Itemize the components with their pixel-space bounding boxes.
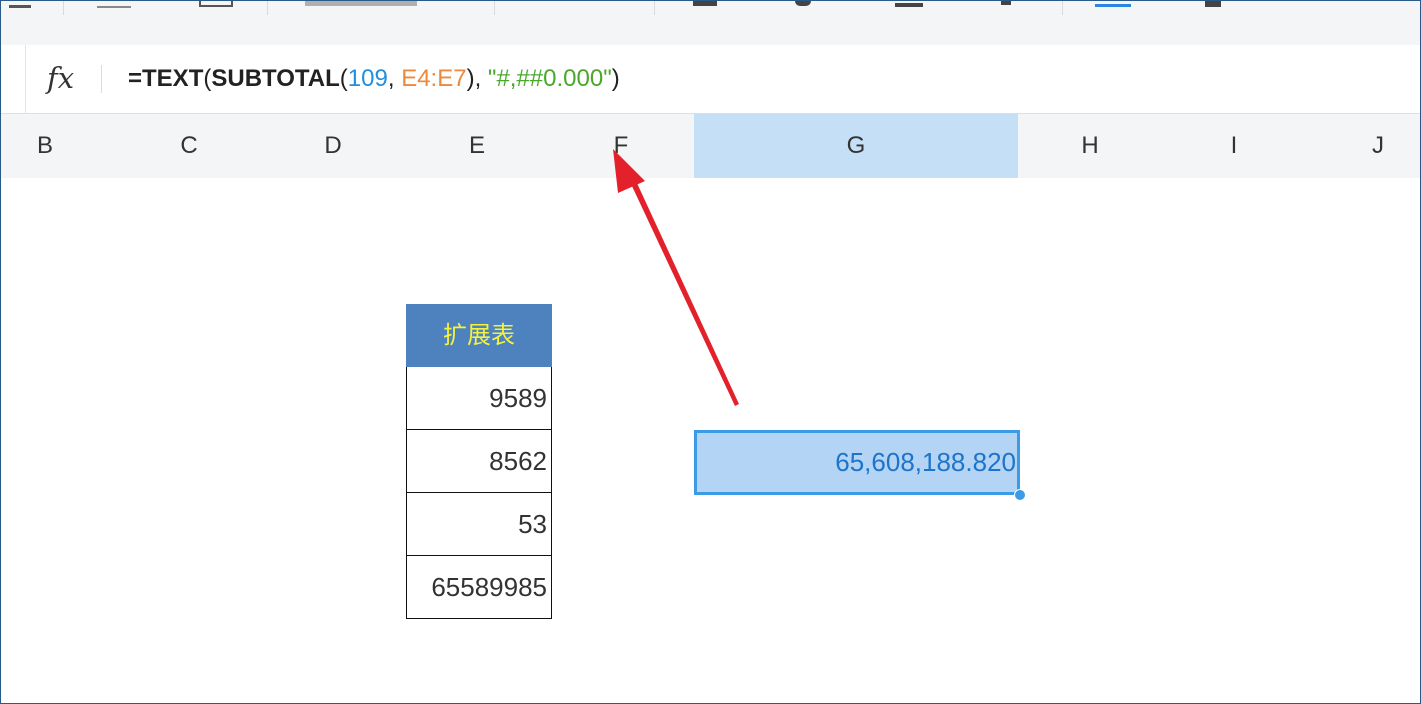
- column-header-b[interactable]: B: [1, 114, 89, 178]
- column-header-c[interactable]: C: [117, 114, 261, 178]
- formula-fn-subtotal: SUBTOTAL: [211, 65, 340, 92]
- cell-value: 65589985: [431, 572, 547, 602]
- table-cell[interactable]: 9589: [406, 367, 552, 430]
- table-cell[interactable]: 65589985: [406, 556, 552, 619]
- toolbar-divider: [494, 1, 495, 15]
- formula-comma: ,: [387, 65, 402, 92]
- column-header-j[interactable]: J: [1306, 114, 1420, 178]
- chevron-down-icon[interactable]: [1001, 1, 1011, 5]
- column-header: B C D E F G H I J: [1, 114, 1420, 178]
- formula-fn-text: TEXT: [142, 65, 204, 92]
- column-header-d[interactable]: D: [261, 114, 405, 178]
- arrow-shaft: [631, 181, 739, 406]
- formula-divider: [101, 65, 102, 93]
- cell-value: 9589: [489, 383, 547, 413]
- toolbar: [1, 1, 1420, 46]
- toolbar-divider: [267, 1, 268, 15]
- formula-bar[interactable]: fx =TEXT(SUBTOTAL(109, E4:E7), "#,##0.00…: [1, 45, 1420, 114]
- formula-arg-number: 109: [347, 65, 388, 92]
- formula-arg-range: E4:E7: [401, 65, 467, 92]
- formula-space: [481, 65, 488, 92]
- column-header-e[interactable]: E: [405, 114, 549, 178]
- result-value: 65,608,188.820: [835, 447, 1016, 477]
- cell-value: 53: [518, 509, 547, 539]
- column-header-h[interactable]: H: [1018, 114, 1162, 178]
- formula-input[interactable]: =TEXT(SUBTOTAL(109, E4:E7), "#,##0.000"): [128, 65, 620, 93]
- spreadsheet-window: fx =TEXT(SUBTOTAL(109, E4:E7), "#,##0.00…: [0, 0, 1421, 704]
- fill-handle[interactable]: [1014, 489, 1026, 501]
- formula-equals: =: [128, 65, 143, 92]
- formula-arg-format: "#,##0.000": [487, 65, 612, 92]
- color-icon[interactable]: [795, 1, 811, 6]
- formula-paren: ),: [466, 65, 482, 92]
- toolbar-divider: [1062, 1, 1063, 15]
- column-header-g[interactable]: G: [694, 114, 1018, 178]
- table-cell[interactable]: 8562: [406, 430, 552, 493]
- paint-icon[interactable]: [693, 1, 717, 6]
- column-header-f[interactable]: F: [549, 114, 693, 178]
- align-icon[interactable]: [895, 3, 923, 7]
- formula-paren: ): [611, 65, 620, 92]
- fill-icon[interactable]: [1205, 1, 1221, 7]
- extended-table-header[interactable]: 扩展表: [406, 304, 552, 367]
- name-box-divider: [25, 45, 26, 113]
- merge-icon[interactable]: [199, 1, 233, 7]
- fx-icon[interactable]: fx: [47, 61, 74, 95]
- selected-result-cell[interactable]: 65,608,188.820: [694, 430, 1020, 495]
- cell-value: 8562: [489, 446, 547, 476]
- formula-paren: (: [339, 65, 348, 92]
- column-header-i[interactable]: I: [1162, 114, 1306, 178]
- toolbar-divider: [654, 1, 655, 15]
- extended-table: 扩展表 9589 8562 53 65589985: [406, 304, 552, 619]
- table-cell[interactable]: 53: [406, 493, 552, 556]
- menu-icon[interactable]: [9, 5, 31, 8]
- underline-icon[interactable]: [1095, 4, 1131, 7]
- toolbar-label[interactable]: [305, 1, 417, 6]
- border-icon[interactable]: [97, 6, 131, 8]
- toolbar-divider: [63, 1, 64, 15]
